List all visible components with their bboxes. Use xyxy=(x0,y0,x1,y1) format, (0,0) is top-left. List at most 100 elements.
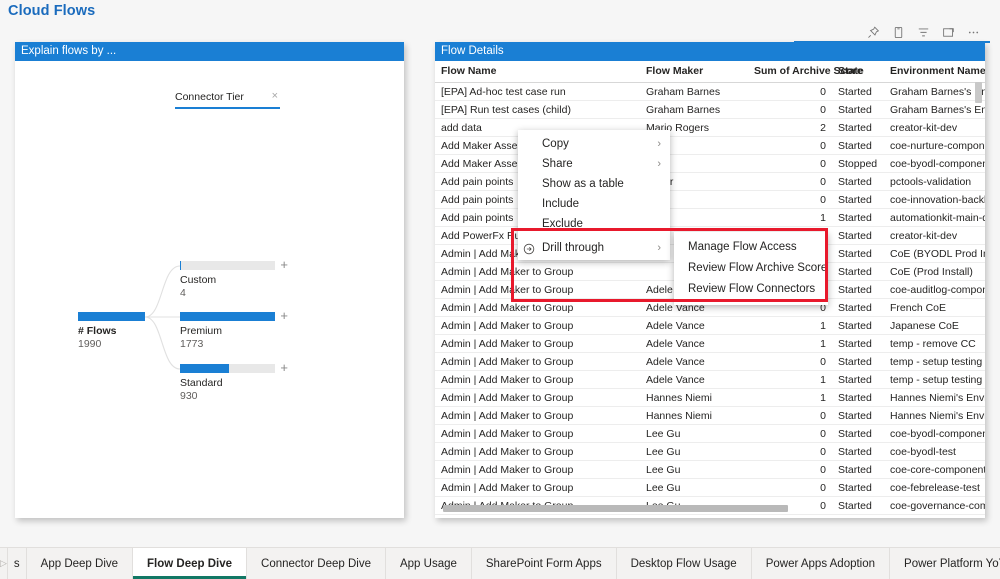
tab-label: App Deep Dive xyxy=(40,557,119,570)
tab-label: Connector Deep Dive xyxy=(261,557,371,570)
table-cell: coe-core-components-dev xyxy=(884,460,985,479)
decomposition-tree-visual: Explain flows by ... Connector Tier × # … xyxy=(15,42,404,518)
table-row[interactable]: Admin | Add Maker to GroupLee Gu0Started… xyxy=(435,460,985,479)
table-cell: 1 xyxy=(748,334,832,353)
pin-icon[interactable] xyxy=(866,25,880,39)
column-header[interactable]: Sum of Archive Score xyxy=(748,61,863,83)
chevron-right-icon: › xyxy=(657,242,661,254)
focus-mode-icon[interactable] xyxy=(941,25,955,39)
column-header[interactable]: Environment Name xyxy=(884,61,985,83)
tree-node-custom[interactable]: Custom 4 + xyxy=(180,258,288,300)
context-menu-item-drill-through[interactable]: Drill through › xyxy=(518,238,670,258)
table-cell: coe-byodl-components-dev xyxy=(884,424,985,443)
column-header[interactable]: Flow Maker xyxy=(640,61,748,83)
context-menu-item-include[interactable]: Include xyxy=(518,194,670,214)
table-horizontal-scrollbar-thumb[interactable] xyxy=(443,505,788,512)
table-cell: automationkit-main-dev xyxy=(884,208,985,227)
context-menu-item-share[interactable]: Share › xyxy=(518,154,670,174)
table-cell: Admin | Add Maker to Group xyxy=(435,460,640,479)
table-cell: 0 xyxy=(748,136,832,155)
table-row[interactable]: Admin | Add Maker to GroupAdele Vance0St… xyxy=(435,352,985,371)
table-cell: coe-nurture-components-dev xyxy=(884,514,985,518)
page-tabstrip: ▷ s App Deep Dive Flow Deep Dive Connector … xyxy=(0,547,1000,579)
table-row[interactable]: Admin | Add Maker to Group Adele Vance 1 St… xyxy=(435,316,985,335)
table-cell: Started xyxy=(832,100,884,119)
submenu-item-review-flow-archive-score[interactable]: Review Flow Archive Score xyxy=(674,258,828,279)
table-row[interactable]: Admin | Add Maker to Group Hannes Niemi 0 S… xyxy=(435,406,985,425)
table-cell: Started xyxy=(832,370,884,389)
table-cell: 2 xyxy=(748,118,832,137)
tab-power-apps-adoption[interactable]: Power Apps Adoption xyxy=(751,548,891,579)
table-vertical-scrollbar-thumb[interactable] xyxy=(975,82,982,103)
submenu-item-label: Manage Flow Access xyxy=(688,241,797,253)
table-cell: Started xyxy=(832,316,884,335)
tree-node-label: Custom xyxy=(180,274,217,286)
table-cell: [EPA] Ad-hoc test case run xyxy=(435,82,640,101)
table-cell: pctools-validation xyxy=(884,172,985,191)
tab-app-deep-dive[interactable]: App Deep Dive xyxy=(26,548,134,579)
decomposition-tree-body: Connector Tier × # Flows 1990 Custom 4 +… xyxy=(15,61,404,518)
page-title: Cloud Flows xyxy=(8,3,96,19)
table-row[interactable]: [EPA] Ad-hoc test case run Graham Barnes 0… xyxy=(435,82,985,101)
table-row[interactable]: Admin | Add Maker to Group Adele Vance 1 St… xyxy=(435,370,985,389)
context-menu-item-label: Drill through xyxy=(542,242,604,254)
table-cell: Japanese CoE xyxy=(884,316,985,335)
tab-connector-deep-dive[interactable]: Connector Deep Dive xyxy=(247,548,386,579)
column-header[interactable]: State xyxy=(832,61,884,83)
context-menu-item-show-as-a-table[interactable]: Show as a table xyxy=(518,174,670,194)
report-header: Cloud Flows xyxy=(0,0,1000,25)
tabstrip-left-arrow-icon[interactable]: ▷ xyxy=(0,548,8,579)
expand-node-icon[interactable]: + xyxy=(280,361,288,374)
table-cell: CoE (BYODL Prod Install) xyxy=(884,244,985,263)
table-cell: Graham Barnes's Environment xyxy=(884,100,985,119)
tab-app-usage[interactable]: App Usage xyxy=(385,548,472,579)
table-cell: Hannes Niemi xyxy=(640,388,748,407)
tab-s[interactable]: s xyxy=(7,548,27,579)
table-cell: Started xyxy=(832,244,884,263)
table-cell: coe-byodl-test xyxy=(884,442,985,461)
table-row[interactable]: Admin | Add Maker to GroupLee Gu0Started… xyxy=(435,424,985,443)
table-cell: Started xyxy=(832,172,884,191)
table-cell: Started xyxy=(832,226,884,245)
tree-node-value: 930 xyxy=(180,390,198,402)
table-cell: 0 xyxy=(748,100,832,119)
table-cell: Adele Vance xyxy=(640,370,748,389)
expand-node-icon[interactable]: + xyxy=(280,309,288,322)
filter-icon[interactable] xyxy=(916,25,930,39)
table-cell: 0 xyxy=(748,460,832,479)
table-cell: 0 xyxy=(748,172,832,191)
table-row[interactable]: Admin | Add Maker to GroupLee Gu0Started… xyxy=(435,514,985,518)
table-cell: Lee Gu xyxy=(640,424,748,443)
tree-node-label: Premium xyxy=(180,325,223,337)
tab-sharepoint-form-apps[interactable]: SharePoint Form Apps xyxy=(471,548,617,579)
table-row[interactable]: Admin | Add Maker to GroupLee Gu0Started… xyxy=(435,442,985,461)
chevron-right-icon: › xyxy=(657,138,661,150)
table-cell: 0 xyxy=(748,424,832,443)
table-row[interactable]: Admin | Add Maker to GroupLee Gu0Started… xyxy=(435,478,985,497)
table-row[interactable]: [EPA] Run test cases (child) Graham Barne… xyxy=(435,100,985,119)
column-header[interactable]: Flow Name xyxy=(435,61,640,83)
context-menu-item-exclude[interactable]: Exclude xyxy=(518,214,670,234)
table-cell: Admin | Add Maker to Group xyxy=(435,370,640,389)
copy-visual-icon[interactable] xyxy=(891,25,905,39)
table-cell: Admin | Add Maker to Group xyxy=(435,388,640,407)
tab-power-platform-yoy-adoption[interactable]: Power Platform YoY Adoption xyxy=(890,548,1000,579)
context-menu-item-copy[interactable]: Copy › xyxy=(518,134,670,154)
submenu-item-manage-flow-access[interactable]: Manage Flow Access xyxy=(674,237,828,258)
table-cell: Started xyxy=(832,514,884,518)
tab-desktop-flow-usage[interactable]: Desktop Flow Usage xyxy=(616,548,752,579)
table-row[interactable]: Admin | Add Maker to Group Adele Vance 1 St… xyxy=(435,334,985,353)
table-header-row: Flow Name Flow Maker Sum of Archive Score S… xyxy=(435,61,985,83)
expand-node-icon[interactable]: + xyxy=(280,258,288,271)
tree-node-standard[interactable]: Standard 930 + xyxy=(180,361,288,403)
tree-node-value: 1990 xyxy=(78,338,102,350)
more-options-icon[interactable] xyxy=(966,25,980,39)
tree-node-premium[interactable]: Premium 1773 + xyxy=(180,309,288,351)
table-row[interactable]: Admin | Add Maker to Group Hannes Niemi 1 S… xyxy=(435,388,985,407)
table-cell: 0 xyxy=(748,190,832,209)
table-vertical-scrollbar-track[interactable] xyxy=(975,81,982,518)
submenu-item-review-flow-connectors[interactable]: Review Flow Connectors xyxy=(674,279,828,300)
tab-label: Power Platform YoY Adoption xyxy=(904,557,1000,570)
tab-flow-deep-dive[interactable]: Flow Deep Dive xyxy=(133,548,248,579)
tree-node-root[interactable]: # Flows 1990 xyxy=(78,312,145,351)
